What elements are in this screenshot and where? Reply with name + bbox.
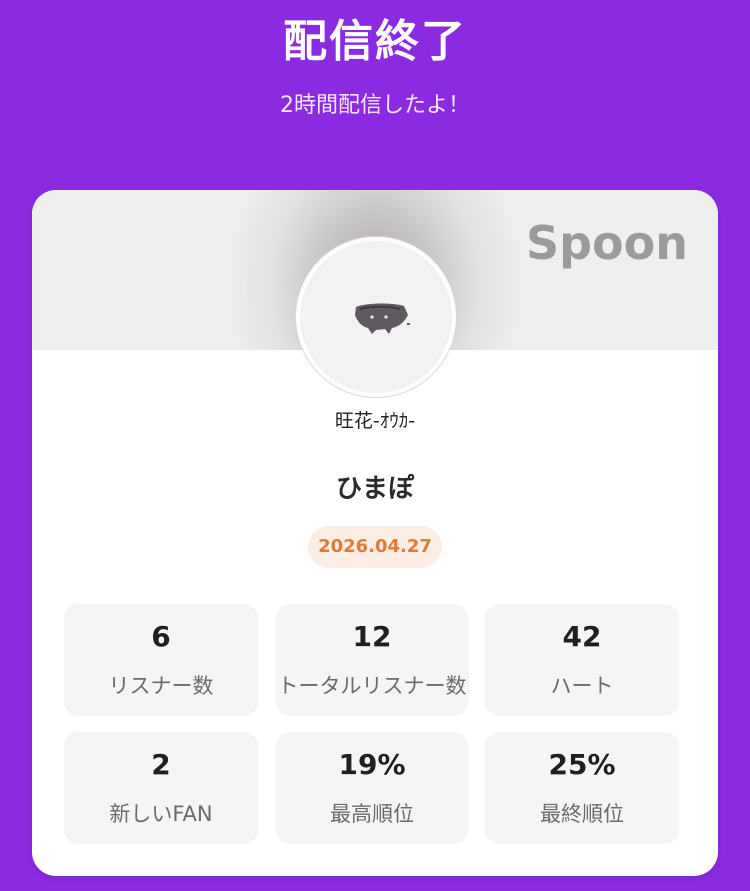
stat-best-rank: 19% 最高順位 (275, 732, 469, 844)
stat-value: 42 (562, 620, 602, 653)
stream-title: ひまぽ (335, 474, 414, 504)
stat-label: トータルリスナー数 (277, 674, 467, 698)
spoon-logo: Spoon (525, 216, 688, 270)
date-badge: 2026.04.27 (308, 526, 442, 568)
avatar (296, 237, 456, 397)
stream-summary-card: Spoon 旺花-ｵｳｶ- ひまぽ 2026.04.27 6 リスナー数 12 … (32, 190, 718, 876)
artist-name: 旺花-ｵｳｶ- (334, 410, 416, 432)
page-subtitle: 2時間配信したよ！ (280, 93, 470, 118)
page-title: 配信終了 (283, 16, 467, 67)
stat-label: 最高順位 (330, 802, 414, 826)
stat-final-rank: 25% 最終順位 (485, 732, 679, 844)
stat-listeners: 6 リスナー数 (64, 604, 258, 716)
stat-value: 19% (338, 748, 406, 781)
stat-value: 2 (151, 748, 171, 781)
stat-hearts: 42 ハート (485, 604, 679, 716)
stat-label: 新しいFAN (109, 802, 213, 826)
stat-label: リスナー数 (108, 674, 214, 698)
avatar-image-icon (355, 303, 410, 334)
stat-value: 25% (548, 748, 616, 781)
stat-label: ハート (550, 674, 614, 698)
stat-value: 6 (151, 620, 171, 653)
stat-new-fans: 2 新しいFAN (64, 732, 258, 844)
stat-value: 12 (352, 620, 392, 653)
stat-total-listeners: 12 トータルリスナー数 (275, 604, 469, 716)
stat-label: 最終順位 (540, 802, 624, 826)
